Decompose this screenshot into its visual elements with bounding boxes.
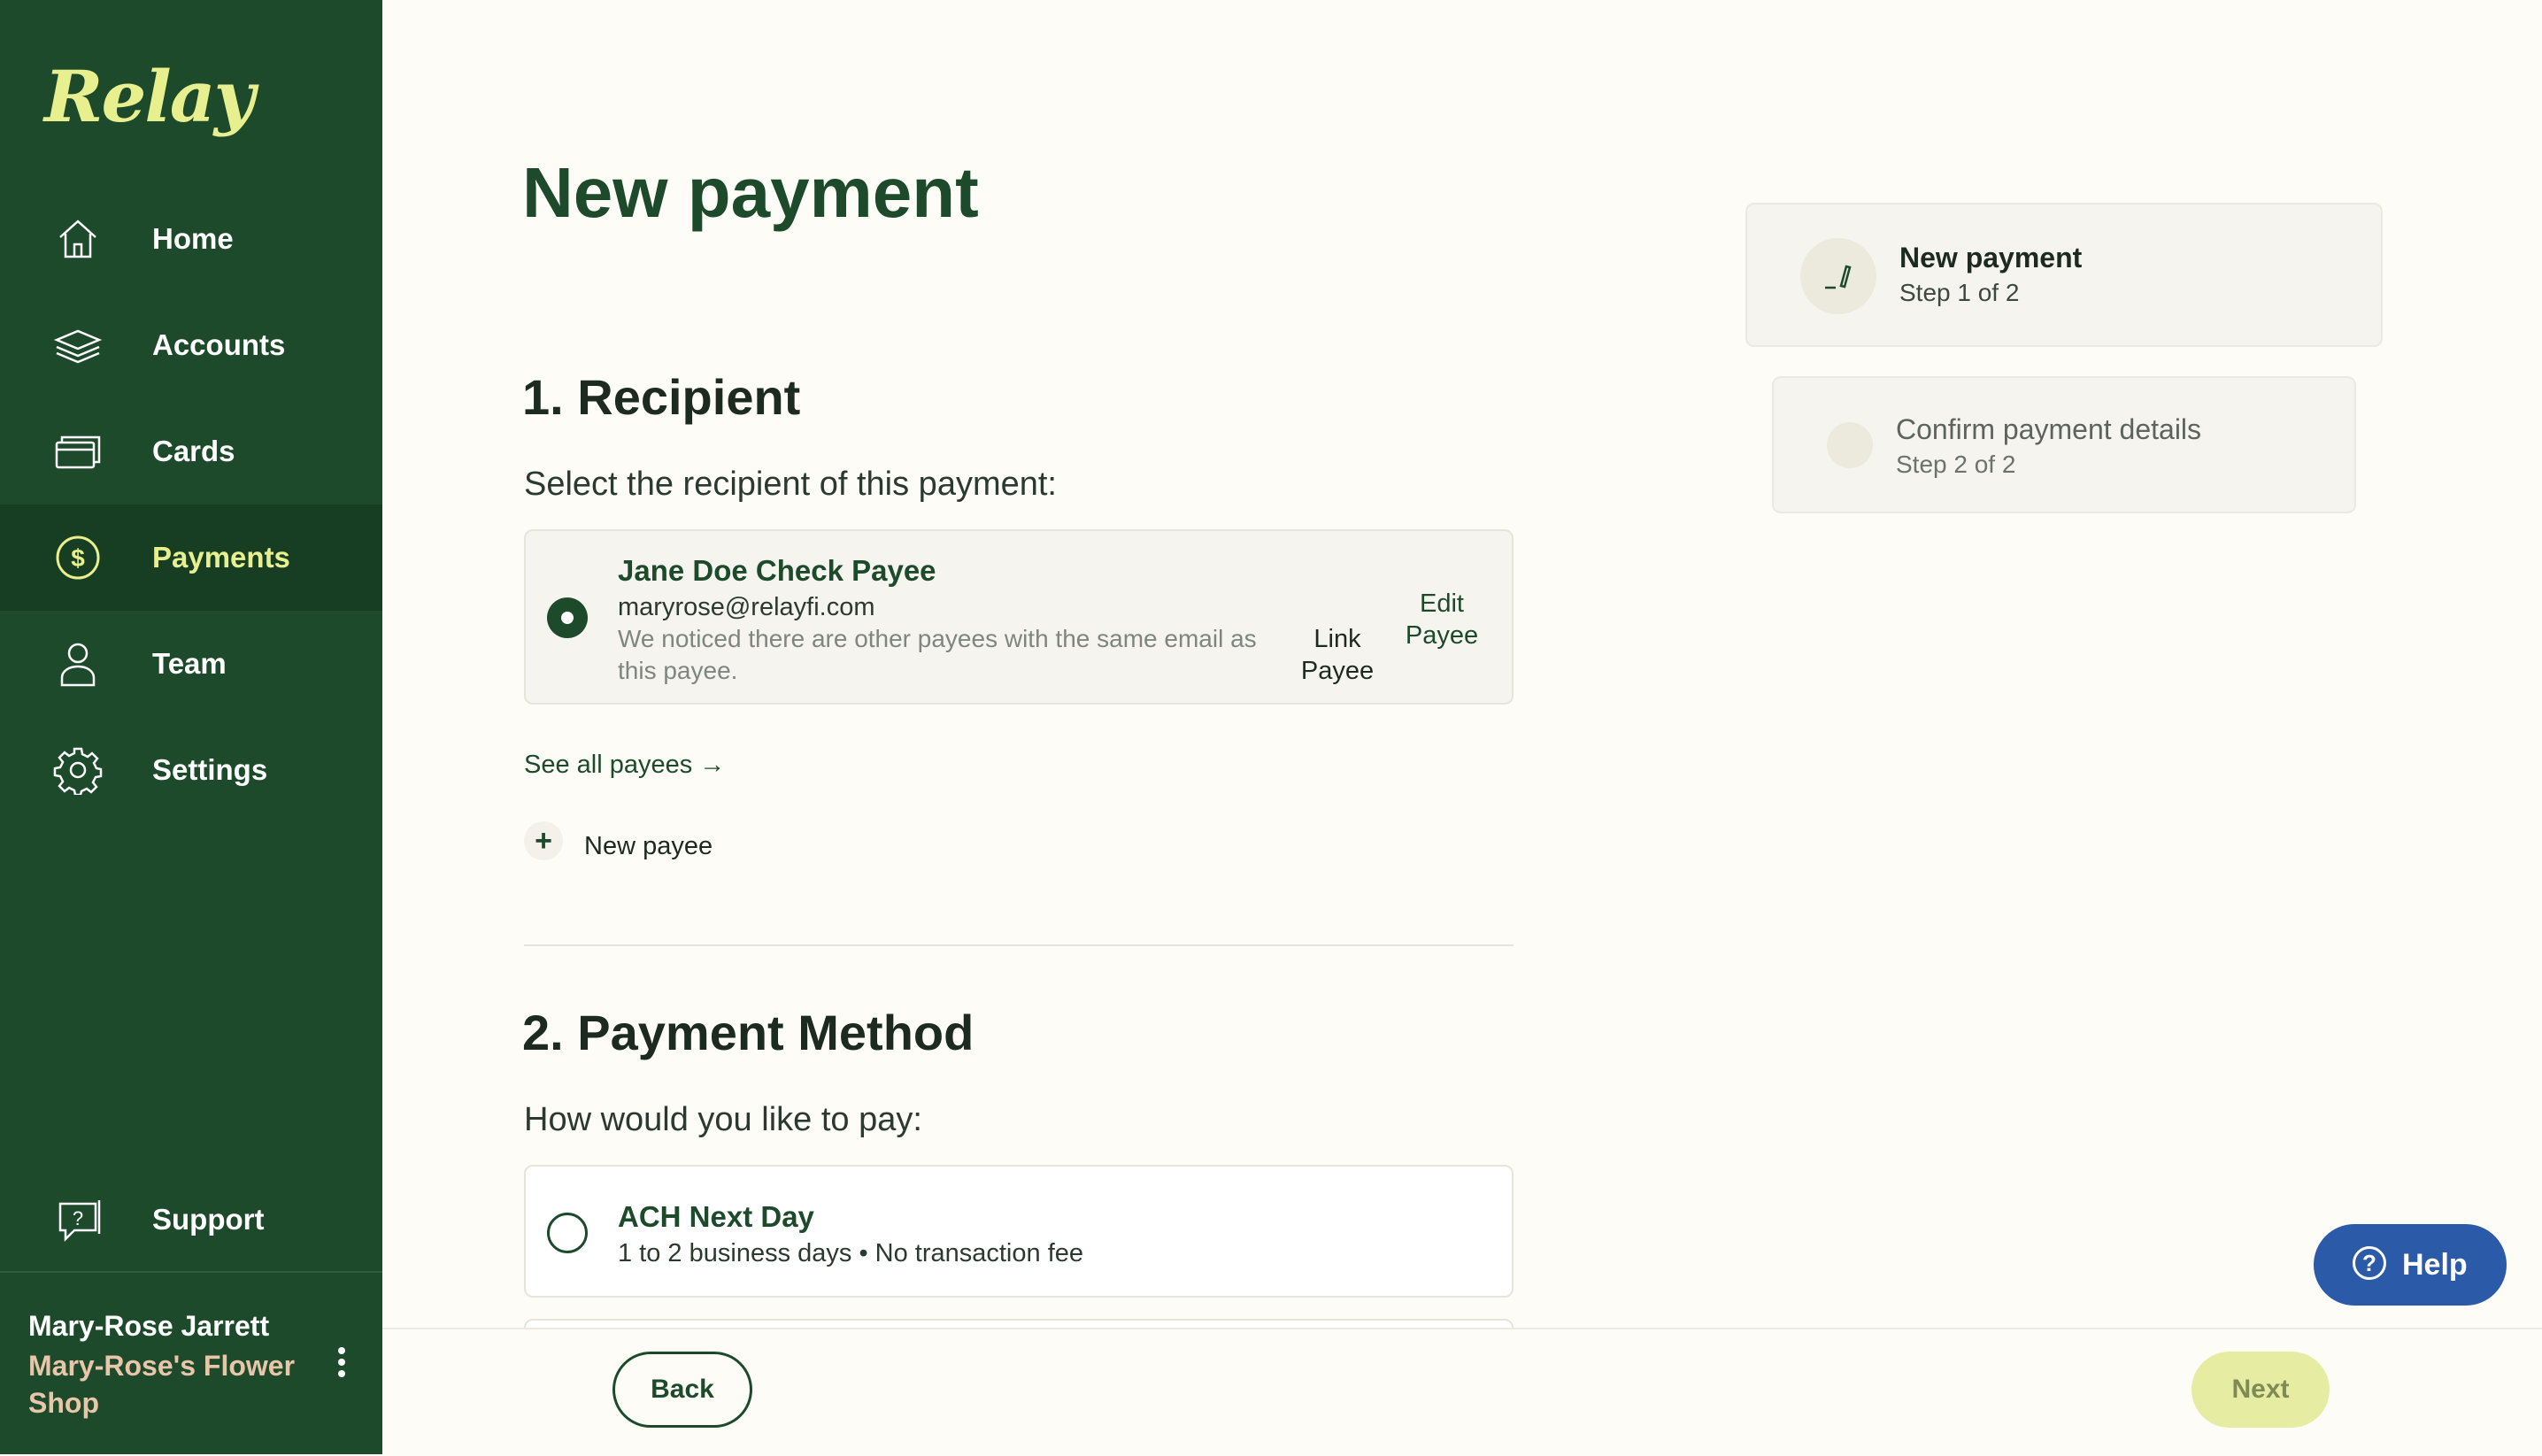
payment-method-heading: 2. Payment Method <box>522 1005 974 1060</box>
more-options-icon[interactable] <box>329 1347 354 1383</box>
svg-text:?: ? <box>73 1207 83 1229</box>
user-name: Mary-Rose Jarrett <box>28 1310 270 1342</box>
sidebar-item-label: Home <box>152 222 234 255</box>
next-button[interactable]: Next <box>2192 1352 2330 1428</box>
sidebar-item-label: Cards <box>152 435 235 467</box>
step-title: Confirm payment details <box>1896 413 2202 445</box>
sidebar-item-support[interactable]: ? Support <box>0 1167 382 1273</box>
payment-method-prompt: How would you like to pay: <box>524 1101 922 1138</box>
pencil-icon <box>1800 238 1876 314</box>
sidebar-item-label: Accounts <box>152 328 286 361</box>
step-subtitle: Step 1 of 2 <box>1899 279 2020 306</box>
layers-icon <box>53 320 103 370</box>
sidebar-item-team[interactable]: Team <box>0 611 382 717</box>
sidebar-item-cards[interactable]: Cards <box>0 398 382 505</box>
sidebar-item-label: Team <box>152 647 227 680</box>
sidebar-item-accounts[interactable]: Accounts <box>0 292 382 398</box>
home-icon <box>53 214 103 264</box>
step-subtitle: Step 2 of 2 <box>1896 451 2016 478</box>
method-description: 1 to 2 business days • No transaction fe… <box>618 1239 1084 1267</box>
method-name: ACH Next Day <box>618 1200 814 1233</box>
payment-method-option-ach[interactable]: ACH Next Day 1 to 2 business days • No t… <box>524 1165 1514 1298</box>
sidebar: Relay Home Accounts Cards $ Payments Tea… <box>0 0 382 1454</box>
ach-radio[interactable] <box>547 1213 588 1253</box>
relay-logo[interactable]: Relay <box>44 55 255 138</box>
sidebar-divider <box>0 1271 382 1273</box>
cards-icon <box>53 427 103 476</box>
page-title: New payment <box>522 153 979 232</box>
svg-text:$: $ <box>71 544 85 572</box>
back-button[interactable]: Back <box>612 1352 752 1428</box>
sidebar-item-settings[interactable]: Settings <box>0 717 382 823</box>
user-company: Mary-Rose's Flower Shop <box>28 1350 296 1419</box>
help-button[interactable]: ? Help <box>2314 1224 2507 1306</box>
sidebar-item-payments[interactable]: $ Payments <box>0 505 382 611</box>
gear-icon <box>53 745 103 797</box>
step-indicator <box>1827 422 1873 468</box>
edit-payee-button[interactable]: Edit Payee <box>1393 588 1491 651</box>
help-icon: ? <box>2353 1246 2386 1280</box>
step-card-confirm: Confirm payment details Step 2 of 2 <box>1772 376 2356 513</box>
payee-card[interactable]: Jane Doe Check Payee maryrose@relayfi.co… <box>524 529 1514 705</box>
sidebar-item-label: Settings <box>152 753 268 786</box>
dollar-icon: $ <box>53 533 103 582</box>
payee-name: Jane Doe Check Payee <box>618 554 936 587</box>
support-icon: ? <box>53 1195 103 1244</box>
see-all-payees-link[interactable]: See all payees → <box>524 751 725 780</box>
new-payee-button[interactable]: New payee <box>584 832 713 861</box>
sidebar-item-label: Support <box>152 1203 265 1236</box>
sidebar-item-label: Payments <box>152 541 290 574</box>
payee-radio-selected[interactable] <box>547 597 588 638</box>
plus-icon[interactable]: + <box>524 821 563 860</box>
payee-email: maryrose@relayfi.com <box>618 593 875 621</box>
payee-warning-note: We noticed there are other payees with t… <box>618 625 1257 684</box>
help-label: Help <box>2402 1248 2468 1282</box>
sidebar-item-home[interactable]: Home <box>0 186 382 292</box>
step-title: New payment <box>1899 242 2083 273</box>
recipient-heading: 1. Recipient <box>522 369 801 425</box>
user-icon <box>53 639 103 689</box>
link-payee-button[interactable]: Link Payee <box>1289 623 1386 687</box>
section-divider <box>524 944 1514 946</box>
recipient-prompt: Select the recipient of this payment: <box>524 466 1057 503</box>
step-card-new-payment: New payment Step 1 of 2 <box>1745 203 2383 347</box>
